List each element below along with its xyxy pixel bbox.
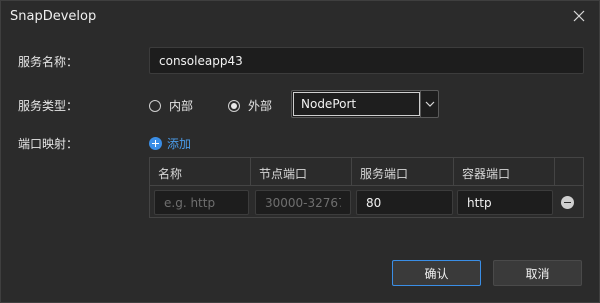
column-header-node-port: 节点端口 [251,158,352,186]
select-value: NodePort [301,97,357,111]
close-button[interactable] [571,8,587,24]
column-header-name: 名称 [150,158,251,186]
radio-internal[interactable]: 内部 [149,97,193,114]
service-port-input[interactable] [356,190,453,215]
service-name-input[interactable] [149,47,584,74]
plus-circle-icon [149,137,162,150]
service-type-label: 服务类型： [18,99,79,113]
radio-external[interactable]: 外部 [228,97,272,114]
column-header-service-port: 服务端口 [352,158,454,186]
service-name-label: 服务名称： [18,55,79,69]
dialog: SnapDevelop 服务名称： 服务类型： 内部 外部 NodePort 端… [0,0,600,303]
close-icon [573,10,585,22]
cancel-button[interactable]: 取消 [493,260,582,286]
column-header-actions [555,158,583,186]
remove-row-button[interactable] [561,196,574,209]
port-mapping-table: 名称 节点端口 服务端口 容器端口 [149,157,584,218]
select-divider [420,91,421,117]
column-header-container-port: 容器端口 [454,158,555,186]
radio-external-label: 外部 [248,99,273,113]
port-name-input[interactable] [154,190,249,215]
port-mapping-label: 端口映射： [18,137,79,151]
add-port-button[interactable]: 添加 [149,135,191,152]
container-port-input[interactable] [457,190,553,215]
add-port-label: 添加 [167,137,192,151]
radio-circle [149,99,161,112]
chevron-down-icon [425,101,435,107]
node-port-input[interactable] [255,190,351,215]
service-type-select[interactable]: NodePort [291,90,439,118]
title-bar: SnapDevelop [1,1,599,33]
window-title: SnapDevelop [10,9,97,24]
confirm-button[interactable]: 确认 [392,260,481,286]
radio-circle-selected [228,99,240,112]
radio-internal-label: 内部 [169,99,194,113]
